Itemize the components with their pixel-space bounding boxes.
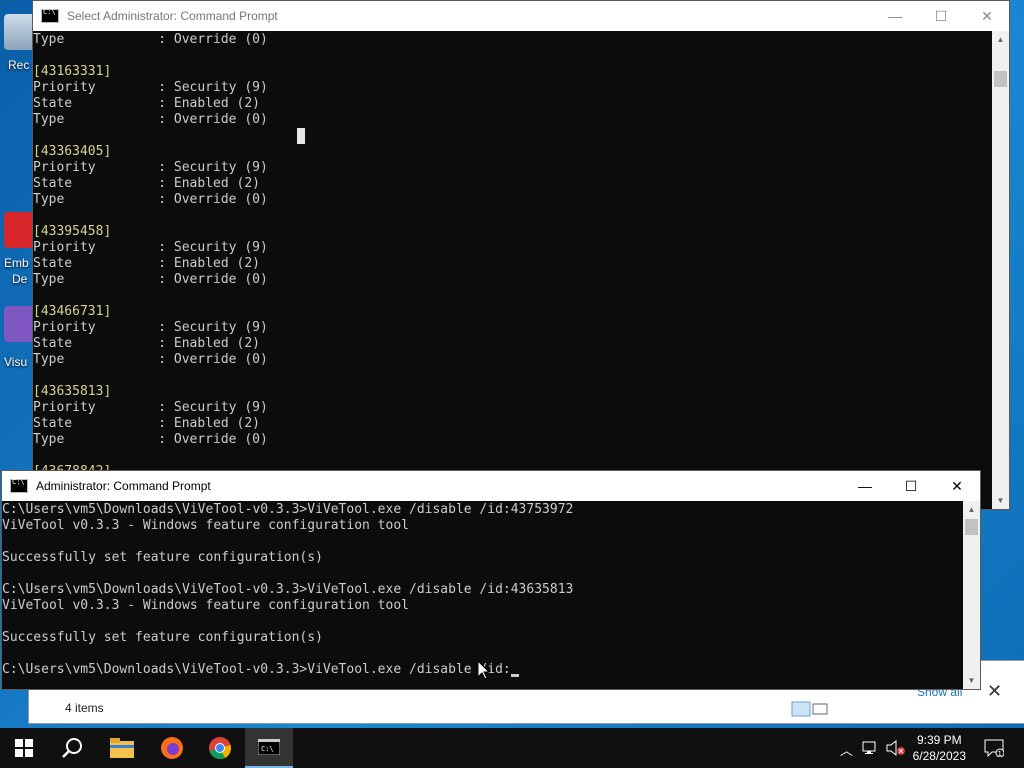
svg-text:C:\: C:\ (261, 745, 274, 753)
console-line: Successfully set feature configuration(s… (2, 550, 323, 565)
notifications-icon[interactable]: 1 (984, 739, 1004, 757)
scroll-down-icon[interactable]: ▼ (992, 492, 1009, 509)
input-caret (510, 674, 519, 677)
desktop-icon-label: Rec (8, 58, 30, 72)
window-title: Administrator: Command Prompt (36, 479, 211, 493)
desktop-icon-label: De (12, 272, 28, 286)
console-line: C:\Users\vm5\Downloads\ViVeTool-v0.3.3>V… (2, 502, 574, 517)
minimize-button[interactable]: — (872, 1, 918, 31)
console-line: Type : Override (0) (33, 112, 268, 127)
taskbar: C:\ ︿ 9:39 PM 6/28/2023 1 (0, 728, 1024, 768)
firefox-icon (161, 737, 183, 759)
console-line: State : Enabled (2) (33, 176, 260, 191)
folder-icon (110, 738, 134, 758)
feature-id-header: [43363405] (33, 144, 112, 159)
feature-id-header: [43163331] (33, 64, 112, 79)
clock-time: 9:39 PM (916, 733, 962, 747)
clock-date: 6/28/2023 (912, 749, 966, 763)
title-bar[interactable]: Administrator: Command Prompt — ☐ ✕ (2, 471, 980, 501)
console-line: Type : Override (0) (33, 432, 268, 447)
scroll-down-icon[interactable]: ▼ (963, 672, 980, 689)
vertical-scrollbar[interactable]: ▲ ▼ (992, 31, 1009, 509)
console-line: ViVeTool v0.3.3 - Windows feature config… (2, 598, 409, 613)
console-line: C:\Users\vm5\Downloads\ViVeTool-v0.3.3>V… (2, 582, 574, 597)
vertical-scrollbar[interactable]: ▲ ▼ (963, 501, 980, 689)
cmd-icon: C:\ (258, 739, 280, 755)
show-hidden-icons-chevron-icon[interactable]: ︿ (840, 740, 853, 759)
close-button[interactable]: ✕ (934, 471, 980, 501)
close-icon[interactable]: ✕ (987, 681, 1002, 702)
scroll-up-icon[interactable]: ▲ (992, 31, 1009, 48)
console-line: Priority : Security (9) (33, 400, 268, 415)
console-line: Type : Override (0) (33, 272, 268, 287)
chrome-icon (209, 737, 231, 760)
title-bar[interactable]: Select Administrator: Command Prompt — ☐… (33, 1, 1009, 31)
feature-id-header: [43466731] (33, 304, 112, 319)
feature-id-header: [43635813] (33, 384, 112, 399)
desktop-icon-label: Visu (4, 355, 28, 369)
console-line: Type : Override (0) (33, 32, 268, 47)
console-line: Type : Override (0) (33, 352, 268, 367)
mouse-pointer-icon (478, 661, 490, 680)
text-cursor (297, 128, 305, 144)
scrollbar-thumb[interactable] (994, 71, 1007, 87)
svg-text:1: 1 (998, 750, 1002, 757)
firefox-taskbar-button[interactable] (148, 728, 196, 768)
file-explorer-taskbar-button[interactable] (98, 728, 146, 768)
maximize-button[interactable]: ☐ (918, 1, 964, 31)
console-line: State : Enabled (2) (33, 256, 260, 271)
minimize-button[interactable]: — (842, 471, 888, 501)
back-command-prompt-window[interactable]: Select Administrator: Command Prompt — ☐… (32, 0, 1010, 510)
volume-muted-icon[interactable] (886, 740, 906, 756)
search-button[interactable] (48, 728, 96, 768)
console-line: Successfully set feature configuration(s… (2, 630, 323, 645)
console-line: ViVeTool v0.3.3 - Windows feature config… (2, 518, 409, 533)
chrome-taskbar-button[interactable] (196, 728, 244, 768)
console-line: Priority : Security (9) (33, 80, 268, 95)
console-line: Priority : Security (9) (33, 160, 268, 175)
console-line: Type : Override (0) (33, 192, 268, 207)
close-button[interactable]: ✕ (964, 1, 1010, 31)
start-button[interactable] (0, 728, 48, 768)
maximize-button[interactable]: ☐ (888, 471, 934, 501)
window-title: Select Administrator: Command Prompt (67, 9, 278, 23)
scroll-up-icon[interactable]: ▲ (963, 501, 980, 518)
view-toggle-icons[interactable] (791, 701, 831, 717)
feature-id-header: [43395458] (33, 224, 112, 239)
clock[interactable]: 9:39 PM 6/28/2023 (913, 732, 966, 764)
console-line: State : Enabled (2) (33, 416, 260, 431)
desktop-icon-label: Emb (4, 256, 29, 270)
cmd-app-icon (41, 8, 59, 23)
console-line: State : Enabled (2) (33, 96, 260, 111)
network-icon[interactable] (862, 740, 880, 756)
console-output[interactable]: Type : Override (0) [43163331] Priority : … (33, 32, 992, 510)
cmd-app-icon (10, 478, 28, 493)
windows-logo-icon (15, 739, 33, 757)
search-icon (62, 738, 82, 758)
front-command-prompt-window[interactable]: Administrator: Command Prompt — ☐ ✕ C:\U… (1, 470, 981, 690)
command-prompt-taskbar-button[interactable]: C:\ (245, 728, 293, 768)
status-item-count: 4 items (65, 701, 104, 715)
console-line: Priority : Security (9) (33, 240, 268, 255)
scrollbar-thumb[interactable] (965, 519, 978, 535)
console-line: Priority : Security (9) (33, 320, 268, 335)
console-line: State : Enabled (2) (33, 336, 260, 351)
